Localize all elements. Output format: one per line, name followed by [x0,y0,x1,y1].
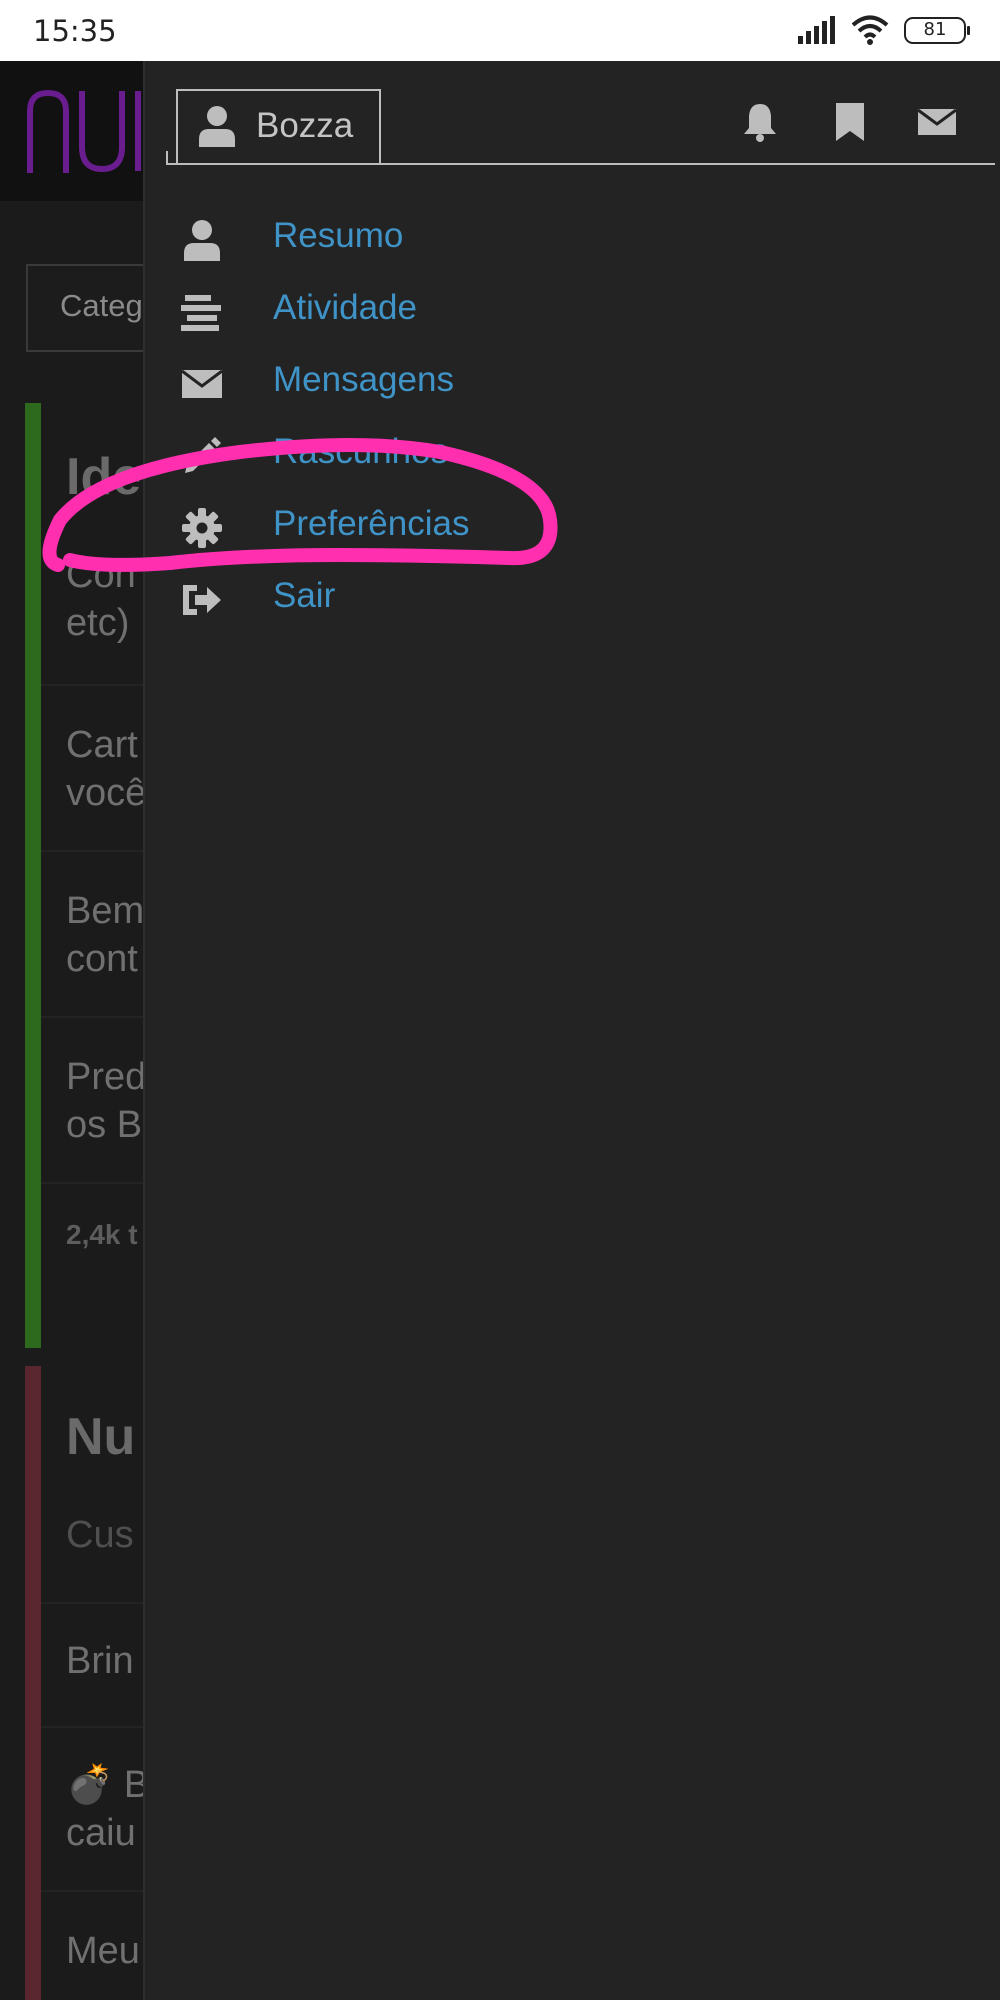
user-icon [184,220,220,261]
menu-item-preferencias[interactable]: Preferências [181,499,681,559]
category-color-bar [25,1366,41,2000]
pencil-icon [185,437,221,473]
topic-title[interactable]: Bem cont [66,887,144,983]
category-title[interactable]: Nu [66,1411,135,1463]
menu-item-sair[interactable]: Sair [181,571,681,631]
profile-username: Bozza [256,106,354,145]
topic-count: 2,4k t [66,1219,138,1250]
menu-item-label: Mensagens [273,360,454,399]
screen: 15:35 81 Categ Ide Con etc) Cart você Be… [0,0,1000,2000]
status-bar: 15:35 81 [0,0,1000,61]
signal-icon [798,16,835,44]
topic-title[interactable]: 💣 B caiu [66,1761,149,1857]
menu-item-label: Sair [273,576,336,615]
user-menu-drawer: Bozza Resumo Atividade Mensagens Rascunh… [143,61,1000,2000]
profile-tab[interactable]: Bozza [176,89,381,163]
user-icon [199,106,235,147]
menu-item-mensagens[interactable]: Mensagens [181,355,681,415]
menu-item-label: Resumo [273,216,404,255]
topic-title[interactable]: Meu [66,1927,140,1975]
menu-item-resumo[interactable]: Resumo [181,211,681,271]
wifi-icon [851,15,889,45]
category-title[interactable]: Ide [66,451,141,503]
list-icon [181,295,221,331]
topic-title[interactable]: Cart você [66,721,146,817]
menu-item-label: Atividade [273,288,417,327]
status-time: 15:35 [33,14,117,48]
category-color-bar [25,403,41,1348]
bookmark-icon[interactable] [830,101,870,143]
nubank-logo-icon [27,89,141,173]
sign-out-icon [183,585,221,615]
bell-icon[interactable] [740,101,780,143]
topic-title[interactable]: Pred os B [66,1053,146,1149]
category-subtitle: Cus [66,1514,134,1556]
topic-title[interactable]: Con etc) [66,551,136,647]
envelope-icon [181,369,223,398]
menu-item-label: Preferências [273,504,470,543]
topic-title[interactable]: Brin [66,1637,134,1685]
menu-item-rascunhos[interactable]: Rascunhos [181,427,681,487]
menu-item-label: Rascunhos [273,432,449,471]
menu-item-atividade[interactable]: Atividade [181,283,681,343]
battery-icon: 81 [904,17,970,44]
gear-icon [182,508,222,548]
envelope-icon[interactable] [917,101,957,143]
tab-border [166,163,995,165]
